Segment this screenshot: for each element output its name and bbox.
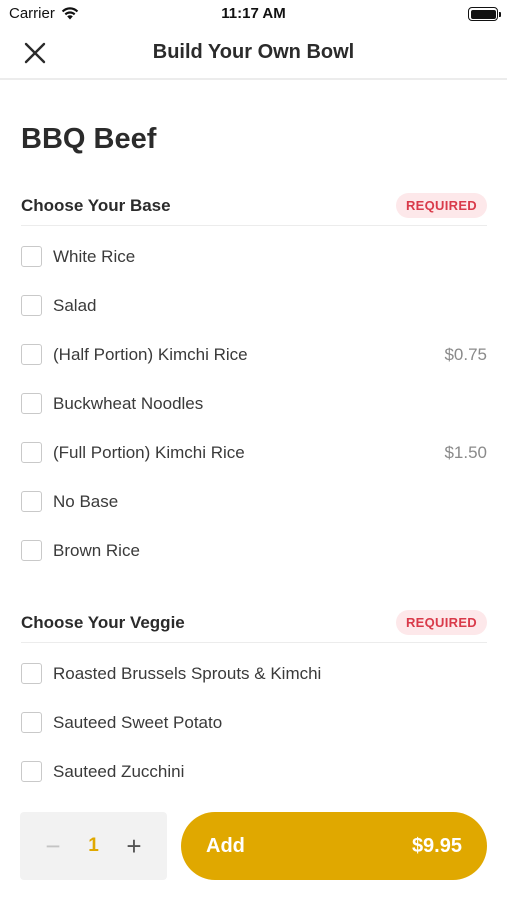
required-badge: REQUIRED	[395, 610, 487, 635]
option-checkbox[interactable]	[21, 246, 42, 267]
option-checkbox[interactable]	[21, 761, 42, 782]
add-to-cart-button[interactable]: Add $9.95	[181, 812, 487, 880]
item-name: BBQ Beef	[21, 123, 157, 155]
option-row[interactable]: White Rice	[21, 232, 487, 281]
option-label: Sauteed Zucchini	[53, 761, 185, 781]
options-scroll-area[interactable]: BBQ Beef Choose Your Base REQUIRED White R…	[0, 82, 507, 794]
option-row[interactable]: Buckwheat Noodles	[21, 379, 487, 428]
option-price: $0.75	[444, 344, 487, 364]
page-title: Build Your Own Bowl	[152, 41, 355, 63]
option-row[interactable]: Roasted Brussels Sprouts & Kimchi	[21, 649, 487, 698]
section-header: Choose Your Base REQUIRED	[21, 186, 487, 226]
option-label: No Base	[53, 491, 119, 511]
option-section: Choose Your Base REQUIRED White Rice Salad (…	[21, 186, 487, 575]
option-row[interactable]: (Full Portion) Kimchi Rice $1.50	[21, 428, 487, 477]
navigation-bar: Build Your Own Bowl	[0, 28, 507, 80]
decrease-quantity-button[interactable]: −	[40, 833, 66, 859]
option-checkbox[interactable]	[21, 663, 42, 684]
status-time: 11:17 AM	[221, 5, 286, 22]
option-list: Roasted Brussels Sprouts & Kimchi Sauteed…	[21, 649, 487, 794]
option-label: Brown Rice	[53, 540, 140, 560]
quantity-stepper: − 1 +	[20, 812, 167, 880]
section-header: Choose Your Veggie REQUIRED	[21, 603, 487, 643]
option-checkbox[interactable]	[21, 393, 42, 414]
option-label: Roasted Brussels Sprouts & Kimchi	[53, 663, 322, 683]
option-price: $1.50	[444, 442, 487, 462]
required-badge: REQUIRED	[395, 193, 487, 218]
option-checkbox[interactable]	[21, 491, 42, 512]
option-row[interactable]: Brown Rice	[21, 526, 487, 575]
section-title: Choose Your Base	[21, 195, 171, 215]
option-row[interactable]: Sauteed Zucchini	[21, 747, 487, 794]
option-label: Sauteed Sweet Potato	[53, 712, 223, 732]
option-label: Buckwheat Noodles	[53, 393, 204, 413]
increase-quantity-button[interactable]: +	[121, 833, 147, 859]
option-label: (Half Portion) Kimchi Rice	[53, 344, 248, 364]
option-checkbox[interactable]	[21, 712, 42, 733]
option-row[interactable]: (Half Portion) Kimchi Rice $0.75	[21, 330, 487, 379]
option-label: Salad	[53, 295, 97, 315]
option-row[interactable]: Sauteed Sweet Potato	[21, 698, 487, 747]
section-title: Choose Your Veggie	[21, 612, 185, 632]
option-checkbox[interactable]	[21, 540, 42, 561]
battery-icon	[468, 7, 501, 21]
quantity-value: 1	[88, 835, 99, 856]
option-checkbox[interactable]	[21, 344, 42, 365]
bottom-action-bar: − 1 + Add $9.95	[0, 794, 507, 900]
option-row[interactable]: Salad	[21, 281, 487, 330]
option-checkbox[interactable]	[21, 442, 42, 463]
status-bar: Carrier 11:17 AM	[0, 0, 507, 28]
option-label: (Full Portion) Kimchi Rice	[53, 442, 245, 462]
option-checkbox[interactable]	[21, 295, 42, 316]
option-row[interactable]: No Base	[21, 477, 487, 526]
add-button-label: Add	[206, 834, 245, 857]
option-label: White Rice	[53, 246, 136, 266]
option-list: White Rice Salad (Half Portion) Kimchi Ric…	[21, 232, 487, 575]
add-button-price: $9.95	[411, 834, 462, 857]
option-section: Choose Your Veggie REQUIRED Roasted Brusse…	[21, 603, 487, 794]
